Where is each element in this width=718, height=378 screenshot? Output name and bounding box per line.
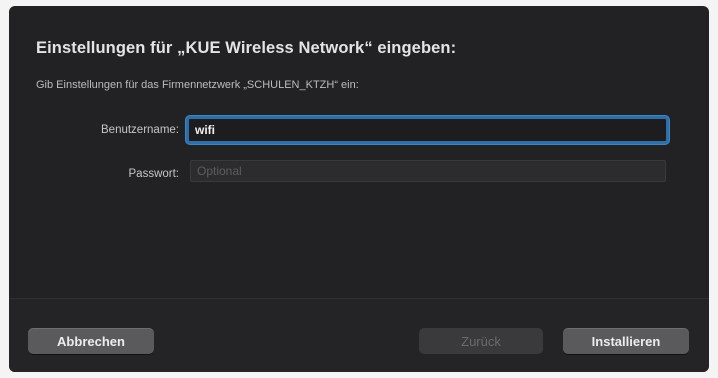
install-button[interactable]: Installieren xyxy=(563,328,689,354)
settings-dialog: Einstellungen für „KUE Wireless Network“… xyxy=(9,6,709,372)
back-button[interactable]: Zurück xyxy=(419,328,543,354)
username-label: Benutzername: xyxy=(101,124,179,136)
dialog-title: Einstellungen für „KUE Wireless Network“… xyxy=(36,39,457,57)
window-frame: Einstellungen für „KUE Wireless Network“… xyxy=(0,0,718,378)
cancel-button[interactable]: Abbrechen xyxy=(28,328,154,354)
password-label: Passwort: xyxy=(128,168,180,180)
username-input[interactable] xyxy=(186,116,669,144)
dialog-subtitle: Gib Einstellungen für das Firmennetzwerk… xyxy=(36,79,359,91)
password-input[interactable] xyxy=(190,160,666,182)
